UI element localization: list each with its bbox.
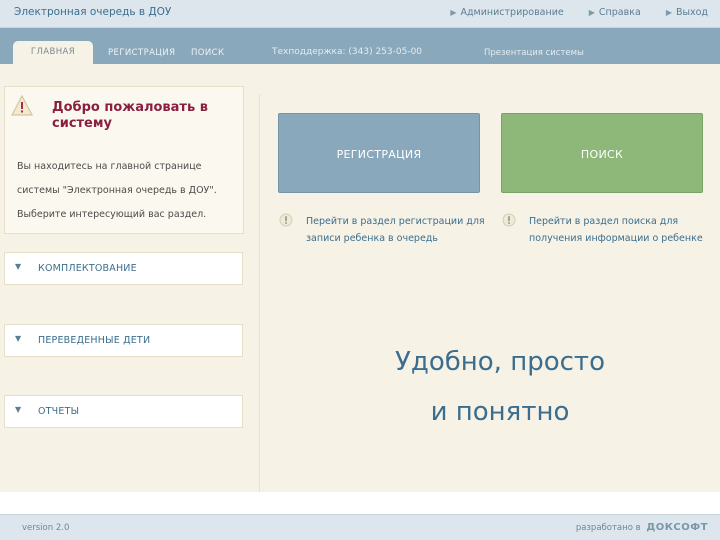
sidebar-item-staffing[interactable]: ▼ КОМПЛЕКТОВАНИЕ — [4, 252, 243, 285]
top-links: ▶ Администрирование ▶ Справка ▶ Выход — [428, 7, 708, 18]
registration-button[interactable]: РЕГИСТРАЦИЯ — [278, 113, 480, 193]
sidebar-item-transferred[interactable]: ▼ ПЕРЕВЕДЕННЫЕ ДЕТИ — [4, 324, 243, 357]
registration-hint: Перейти в раздел регистрации для записи … — [306, 216, 485, 244]
sidebar-item-reports[interactable]: ▼ ОТЧЕТЫ — [4, 395, 243, 428]
warning-icon — [11, 95, 33, 116]
triangle-right-icon: ▶ — [450, 8, 457, 17]
sidebar-item-label: КОМПЛЕКТОВАНИЕ — [38, 263, 137, 274]
slogan-line-1: Удобно, просто — [395, 347, 605, 377]
triangle-down-icon: ▼ — [15, 262, 22, 271]
content-area: Добро пожаловать в систему Вы находитесь… — [0, 64, 720, 492]
admin-link[interactable]: ▶ Администрирование — [450, 7, 563, 18]
welcome-panel: Добро пожаловать в систему Вы находитесь… — [4, 86, 244, 234]
top-bar: Электронная очередь в ДОУ ▶ Администриров… — [0, 0, 720, 28]
presentation-link[interactable]: Презентация системы — [484, 48, 584, 58]
sidebar-item-label: ОТЧЕТЫ — [38, 406, 80, 417]
tab-main[interactable]: ГЛАВНАЯ — [13, 41, 93, 64]
info-icon — [279, 213, 293, 227]
developer-credit: разработано в ДОКСОФТ — [576, 522, 708, 533]
triangle-right-icon: ▶ — [588, 8, 595, 17]
search-hint: Перейти в раздел поиска для получения ин… — [529, 216, 703, 244]
developed-by-label: разработано в — [575, 523, 641, 533]
tab-registration[interactable]: РЕГИСТРАЦИЯ — [108, 48, 175, 58]
registration-button-label: РЕГИСТРАЦИЯ — [336, 148, 422, 161]
logout-link[interactable]: ▶ Выход — [666, 7, 708, 18]
search-button-label: ПОИСК — [580, 148, 624, 161]
info-icon — [502, 213, 516, 227]
slogan-line-2: и понятно — [430, 397, 570, 427]
nav-bar: ГЛАВНАЯ РЕГИСТРАЦИЯ ПОИСК Техподдержка: … — [0, 28, 720, 64]
slogan: Удобно, просто и понятно — [340, 337, 660, 437]
triangle-down-icon: ▼ — [15, 405, 22, 414]
vertical-divider — [259, 94, 260, 492]
triangle-right-icon: ▶ — [665, 8, 672, 17]
tab-search[interactable]: ПОИСК — [191, 48, 224, 58]
search-button[interactable]: ПОИСК — [501, 113, 703, 193]
developer-logo[interactable]: ДОКСОФТ — [646, 522, 708, 533]
welcome-title: Добро пожаловать в систему — [52, 100, 208, 131]
sidebar-item-label: ПЕРЕВЕДЕННЫЕ ДЕТИ — [38, 335, 151, 346]
footer: version 2.0 разработано в ДОКСОФТ — [0, 514, 720, 540]
app-title: Электронная очередь в ДОУ — [14, 6, 172, 18]
welcome-text: Вы находитесь на главной странице систем… — [17, 161, 217, 220]
version-label: version 2.0 — [22, 523, 70, 533]
support-phone: Техподдержка: (343) 253-05-00 — [272, 47, 423, 57]
help-link[interactable]: ▶ Справка — [589, 7, 641, 18]
triangle-down-icon: ▼ — [15, 334, 22, 343]
